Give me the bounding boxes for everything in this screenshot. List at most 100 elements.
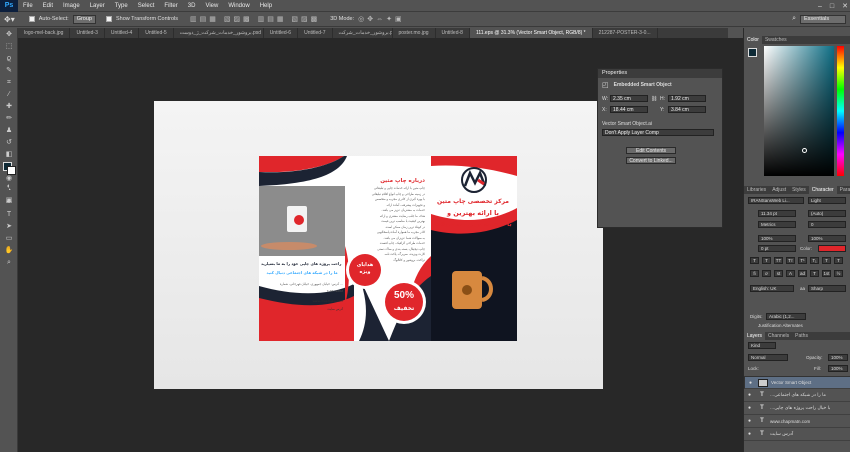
width-field[interactable]: 2.35 cm: [610, 95, 648, 102]
eye-icon[interactable]: ●: [748, 431, 754, 437]
menu-file[interactable]: File: [18, 3, 38, 9]
edit-contents-button[interactable]: Edit Contents: [626, 147, 676, 154]
underline-button[interactable]: T: [822, 257, 831, 264]
small-caps-button[interactable]: Tт: [786, 257, 795, 264]
zoom-tool-icon[interactable]: ⌕: [2, 258, 16, 268]
subscript-button[interactable]: T₁: [810, 257, 819, 264]
doc-tab[interactable]: logo-mel-back.jpg: [18, 28, 71, 38]
menu-window[interactable]: Window: [223, 3, 254, 9]
doc-tab-active[interactable]: 111.eps @ 31.3% (Vector Smart Object, RG…: [469, 28, 593, 38]
auto-select-dropdown[interactable]: Group: [72, 14, 96, 24]
background-color-swatch[interactable]: [7, 166, 16, 175]
blend-mode-dropdown[interactable]: Normal: [748, 354, 788, 361]
minimize-button[interactable]: –: [818, 3, 822, 10]
stamp-tool-icon[interactable]: ♟: [2, 126, 16, 136]
eraser-tool-icon[interactable]: ◧: [2, 150, 16, 160]
font-family-dropdown[interactable]: IRANSansWeb Li...: [748, 197, 804, 204]
shape-tool-icon[interactable]: ▭: [2, 234, 16, 244]
tab-layers[interactable]: Layers: [744, 332, 766, 340]
tracking-field[interactable]: 0: [808, 221, 846, 228]
tab-channels[interactable]: Channels: [765, 332, 792, 340]
lasso-tool-icon[interactable]: ϱ: [2, 54, 16, 64]
titling-alternates-button[interactable]: ad: [798, 270, 807, 277]
screen-mode-icon[interactable]: ▣: [2, 196, 16, 206]
eyedropper-tool-icon[interactable]: ⁄: [2, 90, 16, 100]
height-field[interactable]: 1.92 cm: [668, 95, 706, 102]
doc-tab[interactable]: poster.mo.jpg: [393, 28, 436, 38]
doc-tab[interactable]: Untitled-7: [298, 28, 333, 38]
y-field[interactable]: 3.84 cm: [668, 106, 706, 113]
tab-character[interactable]: Character: [808, 186, 837, 194]
tab-adjust[interactable]: Adjust: [769, 186, 789, 194]
maximize-button[interactable]: □: [830, 3, 834, 10]
doc-tab[interactable]: Untitled-6: [264, 28, 299, 38]
tab-paths[interactable]: Paths: [792, 332, 811, 340]
menu-help[interactable]: Help: [255, 3, 277, 9]
menu-view[interactable]: View: [200, 3, 223, 9]
baseline-shift-field[interactable]: 0 pt: [758, 245, 796, 252]
tab-libraries[interactable]: Libraries: [744, 186, 769, 194]
tab-paragraph[interactable]: Paragraph: [837, 186, 850, 194]
x-field[interactable]: 18.44 cm: [610, 106, 648, 113]
doc-tab[interactable]: Untitled-4: [105, 28, 140, 38]
brochure-artwork[interactable]: درباره چاپ متین چاپ متین با ارائه خدمات …: [259, 156, 517, 341]
strikethrough-button[interactable]: T: [834, 257, 843, 264]
text-color-swatch[interactable]: [818, 245, 846, 252]
menu-image[interactable]: Image: [58, 3, 85, 9]
leading-field[interactable]: (Auto): [808, 210, 846, 217]
menu-edit[interactable]: Edit: [38, 3, 58, 9]
workspace-dropdown[interactable]: Essentials: [800, 14, 846, 24]
tab-color[interactable]: Color: [744, 36, 762, 44]
eye-icon[interactable]: ●: [749, 380, 755, 386]
auto-select-checkbox[interactable]: [28, 16, 35, 22]
superscript-button[interactable]: T¹: [798, 257, 807, 264]
doc-tab[interactable]: بروشور_خدمات_شرکت.psd: [333, 28, 393, 38]
quick-mask-icon[interactable]: ◐: [2, 182, 16, 192]
digits-dropdown[interactable]: Arabic (1,2...: [766, 313, 806, 320]
layer-row[interactable]: ● Vector Smart Object: [744, 376, 850, 389]
link-icon[interactable]: ⛓: [651, 96, 657, 102]
doc-tab[interactable]: 212287-POSTER-3-0...: [593, 28, 658, 38]
search-icon[interactable]: ⌕: [792, 15, 796, 23]
font-size-field[interactable]: 11.34 pt: [758, 210, 796, 217]
fill-field[interactable]: 100%: [828, 365, 848, 372]
move-tool-icon[interactable]: ✥▾: [4, 15, 15, 24]
language-dropdown[interactable]: English: UK: [750, 285, 794, 292]
swash-button[interactable]: st: [774, 270, 783, 277]
marquee-tool-icon[interactable]: ⬚: [2, 42, 16, 52]
doc-tab[interactable]: Untitled-5: [139, 28, 174, 38]
horizontal-scale-field[interactable]: 100%: [808, 235, 846, 242]
healing-tool-icon[interactable]: ✚: [2, 102, 16, 112]
eye-icon[interactable]: ●: [748, 405, 754, 411]
close-button[interactable]: ✕: [842, 2, 848, 10]
vertical-scale-field[interactable]: 100%: [758, 235, 796, 242]
hand-tool-icon[interactable]: ✋: [2, 246, 16, 256]
menu-filter[interactable]: Filter: [159, 3, 182, 9]
layer-row[interactable]: ● T ...ما را در شبکه های اجتماعی: [744, 389, 850, 402]
discretionary-ligatures-button[interactable]: ơ: [762, 270, 771, 277]
ligatures-button[interactable]: fi: [750, 270, 759, 277]
ordinals-button[interactable]: T: [810, 270, 819, 277]
all-caps-button[interactable]: TT: [774, 257, 783, 264]
faux-italic-button[interactable]: T: [762, 257, 771, 264]
color-field[interactable]: [764, 46, 834, 176]
menu-select[interactable]: Select: [133, 3, 160, 9]
fractions-button-2[interactable]: ½: [834, 270, 843, 277]
hue-slider[interactable]: [837, 46, 844, 176]
doc-tab[interactable]: Untitled-8: [436, 28, 470, 38]
show-transform-checkbox[interactable]: [105, 16, 112, 22]
doc-tab[interactable]: بروشور_خدمات_شرکت_ژ_دوست.psd: [174, 28, 264, 38]
opacity-field[interactable]: 100%: [828, 354, 848, 361]
history-brush-icon[interactable]: ↺: [2, 138, 16, 148]
3d-mode-icons[interactable]: ◎✥⇔✦▣: [358, 15, 404, 23]
menu-3d[interactable]: 3D: [183, 3, 201, 9]
layer-row[interactable]: ● T ...با خیال راحت پروژه های چاپی: [744, 402, 850, 415]
type-tool-icon[interactable]: T: [2, 210, 16, 220]
eye-icon[interactable]: ●: [748, 392, 754, 398]
layer-row[interactable]: ● Twww.chapmatn.com: [744, 415, 850, 428]
path-select-icon[interactable]: ➤: [2, 222, 16, 232]
crop-tool-icon[interactable]: ⌗: [2, 78, 16, 88]
faux-bold-button[interactable]: T: [750, 257, 759, 264]
fg-swatch-small[interactable]: [748, 48, 757, 57]
doc-tab[interactable]: Untitled-3: [70, 28, 105, 38]
